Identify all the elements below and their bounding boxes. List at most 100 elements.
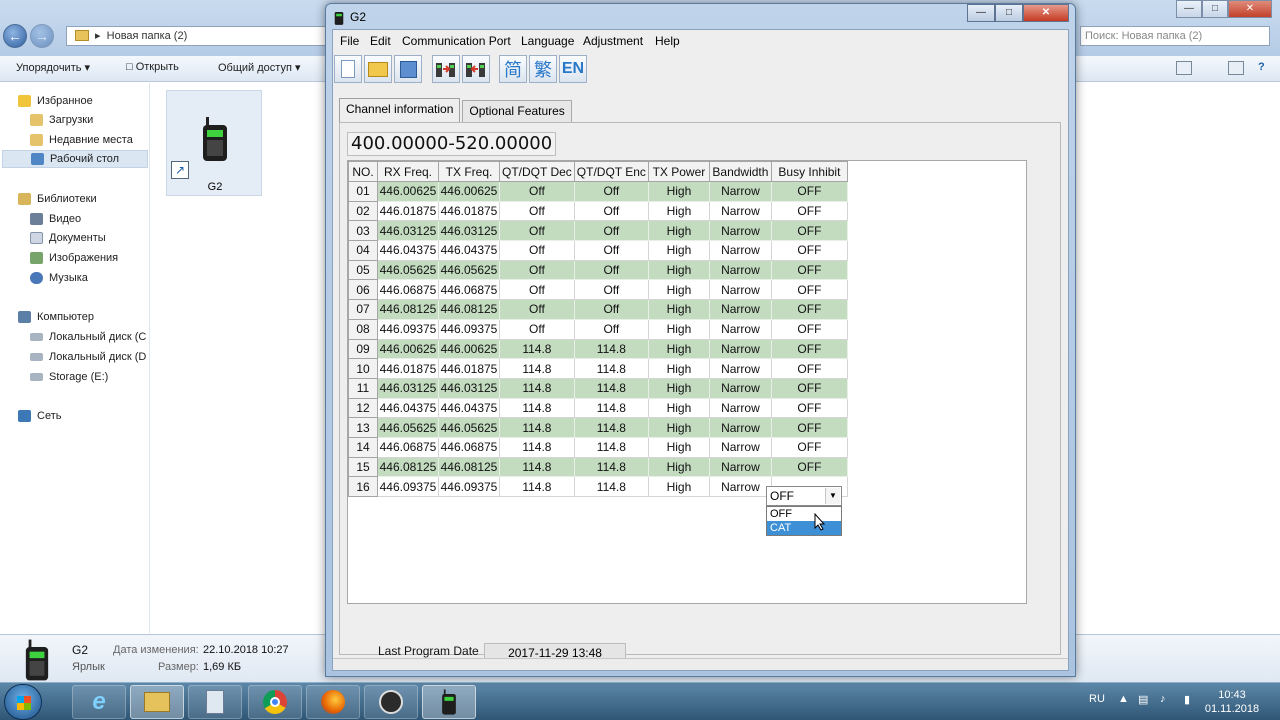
cell-busy-inhibit[interactable]: OFF (770, 417, 848, 438)
taskbar-explorer[interactable] (130, 685, 184, 719)
sidebar-item-images[interactable]: Изображения (30, 249, 118, 267)
channel-row[interactable]: 12 446.04375 446.04375 114.8 114.8 High Narrow… (348, 397, 848, 419)
system-clock[interactable]: 10:43 01.11.2018 (1202, 688, 1262, 716)
sidebar-item-storage-e[interactable]: Storage (E:) (30, 368, 108, 386)
sidebar-item-recent[interactable]: Недавние места (30, 131, 133, 149)
cell-busy-inhibit[interactable]: OFF (770, 358, 848, 379)
cell-bandwidth[interactable]: Narrow (708, 377, 772, 399)
cell-qt-dqt-dec[interactable]: 114.8 (499, 456, 575, 478)
channel-row[interactable]: 06 446.06875 446.06875 Off Off High Narrow OFF (348, 279, 848, 301)
cell-rx-freq[interactable]: 446.03125 (377, 377, 439, 399)
cell-rx-freq[interactable]: 446.08125 (377, 299, 439, 320)
sidebar-item-favorites[interactable]: Избранное (18, 92, 93, 110)
start-button[interactable] (4, 684, 42, 720)
cell-rx-freq[interactable]: 446.01875 (377, 358, 439, 379)
minimize-button[interactable]: — (967, 4, 995, 22)
write-to-radio-button[interactable] (462, 55, 490, 83)
sidebar-item-downloads[interactable]: Загрузки (30, 111, 93, 129)
cell-tx-power[interactable]: High (647, 456, 710, 478)
cell-qt-dqt-dec[interactable]: Off (499, 279, 575, 301)
volume-icon[interactable]: ♪ (1160, 693, 1166, 705)
cell-tx-power[interactable]: High (647, 299, 710, 320)
channel-row[interactable]: 14 446.06875 446.06875 114.8 114.8 High Narrow… (348, 436, 848, 458)
cell-qt-dqt-dec[interactable]: 114.8 (499, 476, 575, 497)
column-header-qt-dqt-dec[interactable]: QT/DQT Dec (499, 161, 575, 182)
cell-qt-dqt-enc[interactable]: 114.8 (573, 377, 649, 399)
cell-rx-freq[interactable]: 446.05625 (377, 259, 439, 281)
tray-expand-icon[interactable]: ▲ (1118, 693, 1129, 705)
taskbar-obs[interactable] (364, 685, 418, 719)
open-file-button[interactable] (364, 55, 392, 83)
channel-row[interactable]: 10 446.01875 446.01875 114.8 114.8 High Narrow… (348, 358, 848, 379)
sidebar-item-disk-d[interactable]: Локальный диск (D (30, 348, 146, 366)
column-header-bandwidth[interactable]: Bandwidth (708, 161, 772, 182)
cell-qt-dqt-dec[interactable]: 114.8 (499, 358, 575, 379)
channel-row[interactable]: 13 446.05625 446.05625 114.8 114.8 High Narrow… (348, 417, 848, 438)
busy-inhibit-dropdown[interactable]: OFF ▼ (766, 486, 842, 506)
channel-row[interactable]: 05 446.05625 446.05625 Off Off High Narrow OFF (348, 259, 848, 281)
cell-rx-freq[interactable]: 446.08125 (377, 456, 439, 478)
cell-rx-freq[interactable]: 446.06875 (377, 436, 439, 458)
preview-pane-icon[interactable] (1228, 61, 1244, 75)
cell-bandwidth[interactable]: Narrow (708, 240, 772, 261)
sidebar-item-network[interactable]: Сеть (18, 407, 61, 425)
view-icon[interactable] (1176, 61, 1192, 75)
cell-rx-freq[interactable]: 446.06875 (377, 279, 439, 301)
cell-qt-dqt-dec[interactable]: 114.8 (499, 417, 575, 438)
cell-qt-dqt-enc[interactable]: 114.8 (573, 476, 649, 497)
close-button[interactable]: ✕ (1228, 0, 1272, 18)
channel-row[interactable]: 15 446.08125 446.08125 114.8 114.8 High Narrow… (348, 456, 848, 478)
tray-app-icon[interactable]: ▤ (1138, 693, 1148, 706)
cell-bandwidth[interactable]: Narrow (708, 279, 772, 301)
taskbar-ie[interactable]: e (72, 685, 126, 719)
chevron-down-icon[interactable]: ▼ (825, 488, 840, 504)
taskbar-chrome[interactable] (248, 685, 302, 719)
cell-rx-freq[interactable]: 446.04375 (377, 397, 439, 419)
cell-busy-inhibit[interactable]: OFF (770, 200, 848, 222)
cell-qt-dqt-dec[interactable]: Off (499, 240, 575, 261)
column-header-tx-power[interactable]: TX Power (647, 161, 710, 182)
cell-qt-dqt-enc[interactable]: Off (573, 279, 649, 301)
cell-tx-power[interactable]: High (647, 220, 710, 242)
cell-tx-freq[interactable]: 446.09375 (438, 318, 500, 340)
cell-tx-freq[interactable]: 446.03125 (438, 377, 500, 399)
cell-qt-dqt-dec[interactable]: Off (499, 259, 575, 281)
cell-busy-inhibit[interactable]: OFF (770, 318, 848, 340)
column-header-tx-freq[interactable]: TX Freq. (438, 161, 500, 182)
cell-busy-inhibit[interactable]: OFF (770, 259, 848, 281)
cell-qt-dqt-dec[interactable]: Off (499, 181, 575, 202)
column-header-rx-freq[interactable]: RX Freq. (377, 161, 439, 182)
channel-row[interactable]: 03 446.03125 446.03125 Off Off High Narrow OFF (348, 220, 848, 242)
cell-bandwidth[interactable]: Narrow (708, 200, 772, 222)
channel-row[interactable]: 07 446.08125 446.08125 Off Off High Narrow OFF (348, 299, 848, 320)
cell-tx-power[interactable]: High (647, 279, 710, 301)
tab-optional-features[interactable]: Optional Features (462, 100, 572, 122)
cell-bandwidth[interactable]: Narrow (708, 220, 772, 242)
cell-qt-dqt-enc[interactable]: 114.8 (573, 358, 649, 379)
cell-tx-power[interactable]: High (647, 318, 710, 340)
cell-busy-inhibit[interactable]: OFF (770, 299, 848, 320)
cell-qt-dqt-dec[interactable]: 114.8 (499, 397, 575, 419)
file-item-g2[interactable]: ↗ G2 (166, 90, 262, 196)
cell-rx-freq[interactable]: 446.00625 (377, 338, 439, 360)
cell-qt-dqt-dec[interactable]: Off (499, 318, 575, 340)
cell-bandwidth[interactable]: Narrow (708, 181, 772, 202)
simplified-chinese-button[interactable]: 简 (499, 55, 527, 83)
cell-qt-dqt-dec[interactable]: 114.8 (499, 338, 575, 360)
cell-busy-inhibit[interactable]: OFF (770, 181, 848, 202)
traditional-chinese-button[interactable]: 繁 (529, 55, 557, 83)
cell-qt-dqt-dec[interactable]: Off (499, 220, 575, 242)
cell-busy-inhibit[interactable]: OFF (770, 279, 848, 301)
cell-qt-dqt-dec[interactable]: Off (499, 200, 575, 222)
cell-tx-power[interactable]: High (647, 417, 710, 438)
help-icon[interactable]: ? (1258, 61, 1265, 73)
cell-bandwidth[interactable]: Narrow (708, 417, 772, 438)
sidebar-item-disk-c[interactable]: Локальный диск (C (30, 328, 146, 346)
cell-tx-freq[interactable]: 446.05625 (438, 417, 500, 438)
cell-busy-inhibit[interactable]: OFF (770, 377, 848, 399)
cell-busy-inhibit[interactable]: OFF (770, 436, 848, 458)
cell-rx-freq[interactable]: 446.00625 (377, 181, 439, 202)
cell-tx-power[interactable]: High (647, 259, 710, 281)
search-input[interactable]: Поиск: Новая папка (2) (1080, 26, 1270, 46)
close-button[interactable]: ✕ (1023, 4, 1069, 22)
